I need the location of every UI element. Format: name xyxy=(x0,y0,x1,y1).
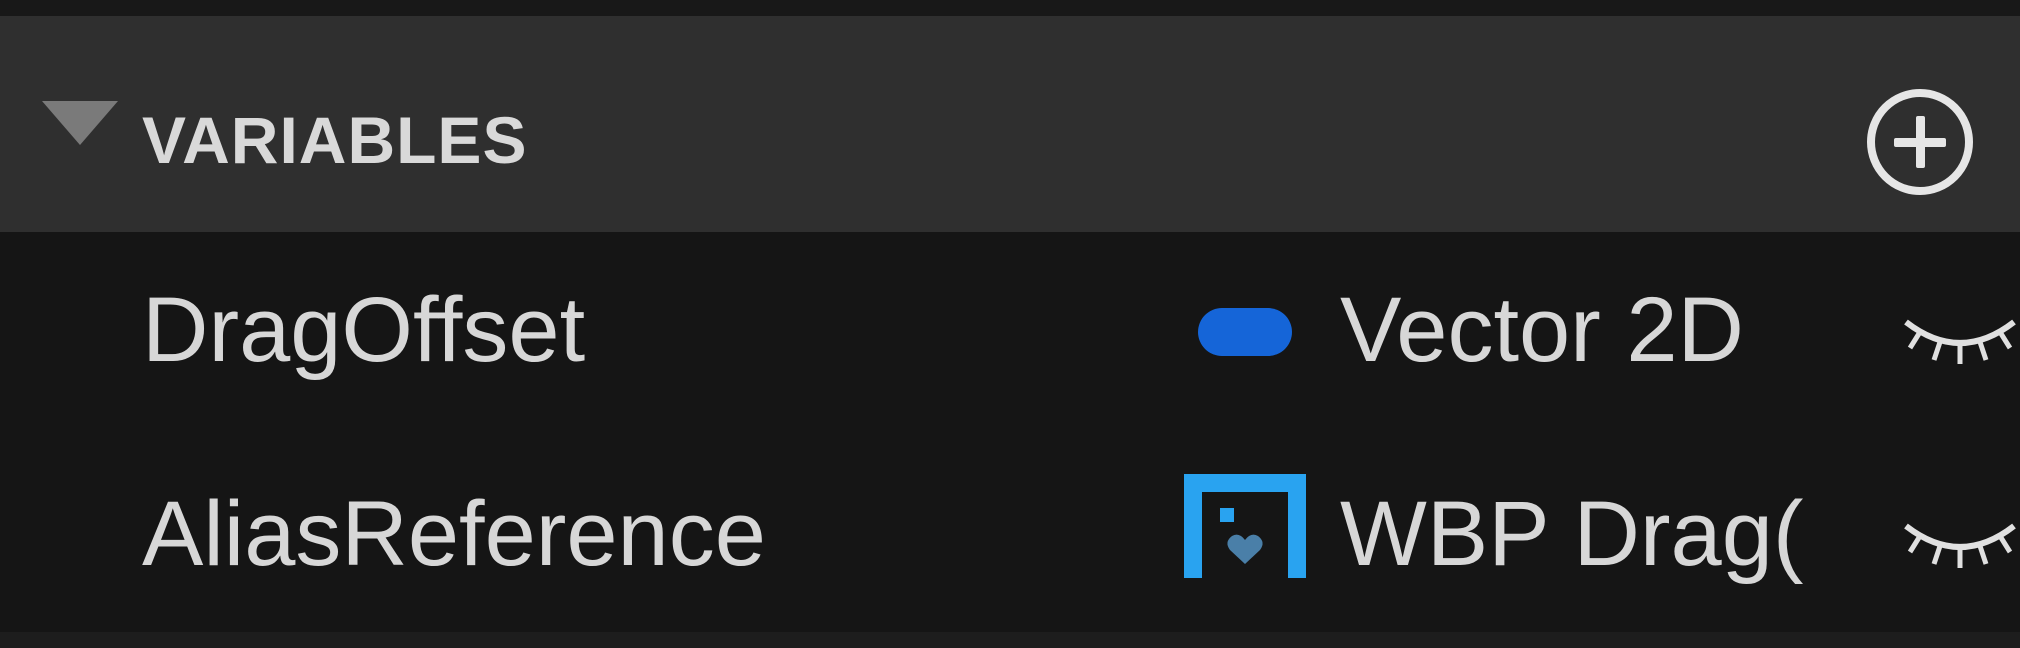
variables-section-header[interactable]: VARIABLES xyxy=(0,16,2020,232)
triangle-down-icon[interactable] xyxy=(42,101,118,145)
widget-blueprint-icon xyxy=(1184,474,1306,578)
variable-row-dragoffset[interactable]: DragOffset Vector 2D xyxy=(0,232,2020,422)
variable-name: DragOffset xyxy=(142,279,586,381)
variable-type-label[interactable]: Vector 2D xyxy=(1340,280,1840,380)
variable-row-aliasreference[interactable]: AliasReference WBP Drag( xyxy=(0,436,2020,626)
variable-type-label[interactable]: WBP Drag( xyxy=(1340,484,1840,584)
vector2d-pill-icon xyxy=(1198,308,1292,356)
bottom-border xyxy=(0,632,2020,648)
section-title: VARIABLES xyxy=(142,103,528,177)
eye-closed-icon[interactable] xyxy=(1900,496,2020,576)
variable-name: AliasReference xyxy=(142,483,766,585)
variables-panel: VARIABLES DragOffset Vector 2D AliasRefe… xyxy=(0,0,2020,648)
top-border xyxy=(0,0,2020,16)
eye-closed-icon[interactable] xyxy=(1900,292,2020,372)
plus-circle-icon[interactable] xyxy=(1864,86,1976,198)
